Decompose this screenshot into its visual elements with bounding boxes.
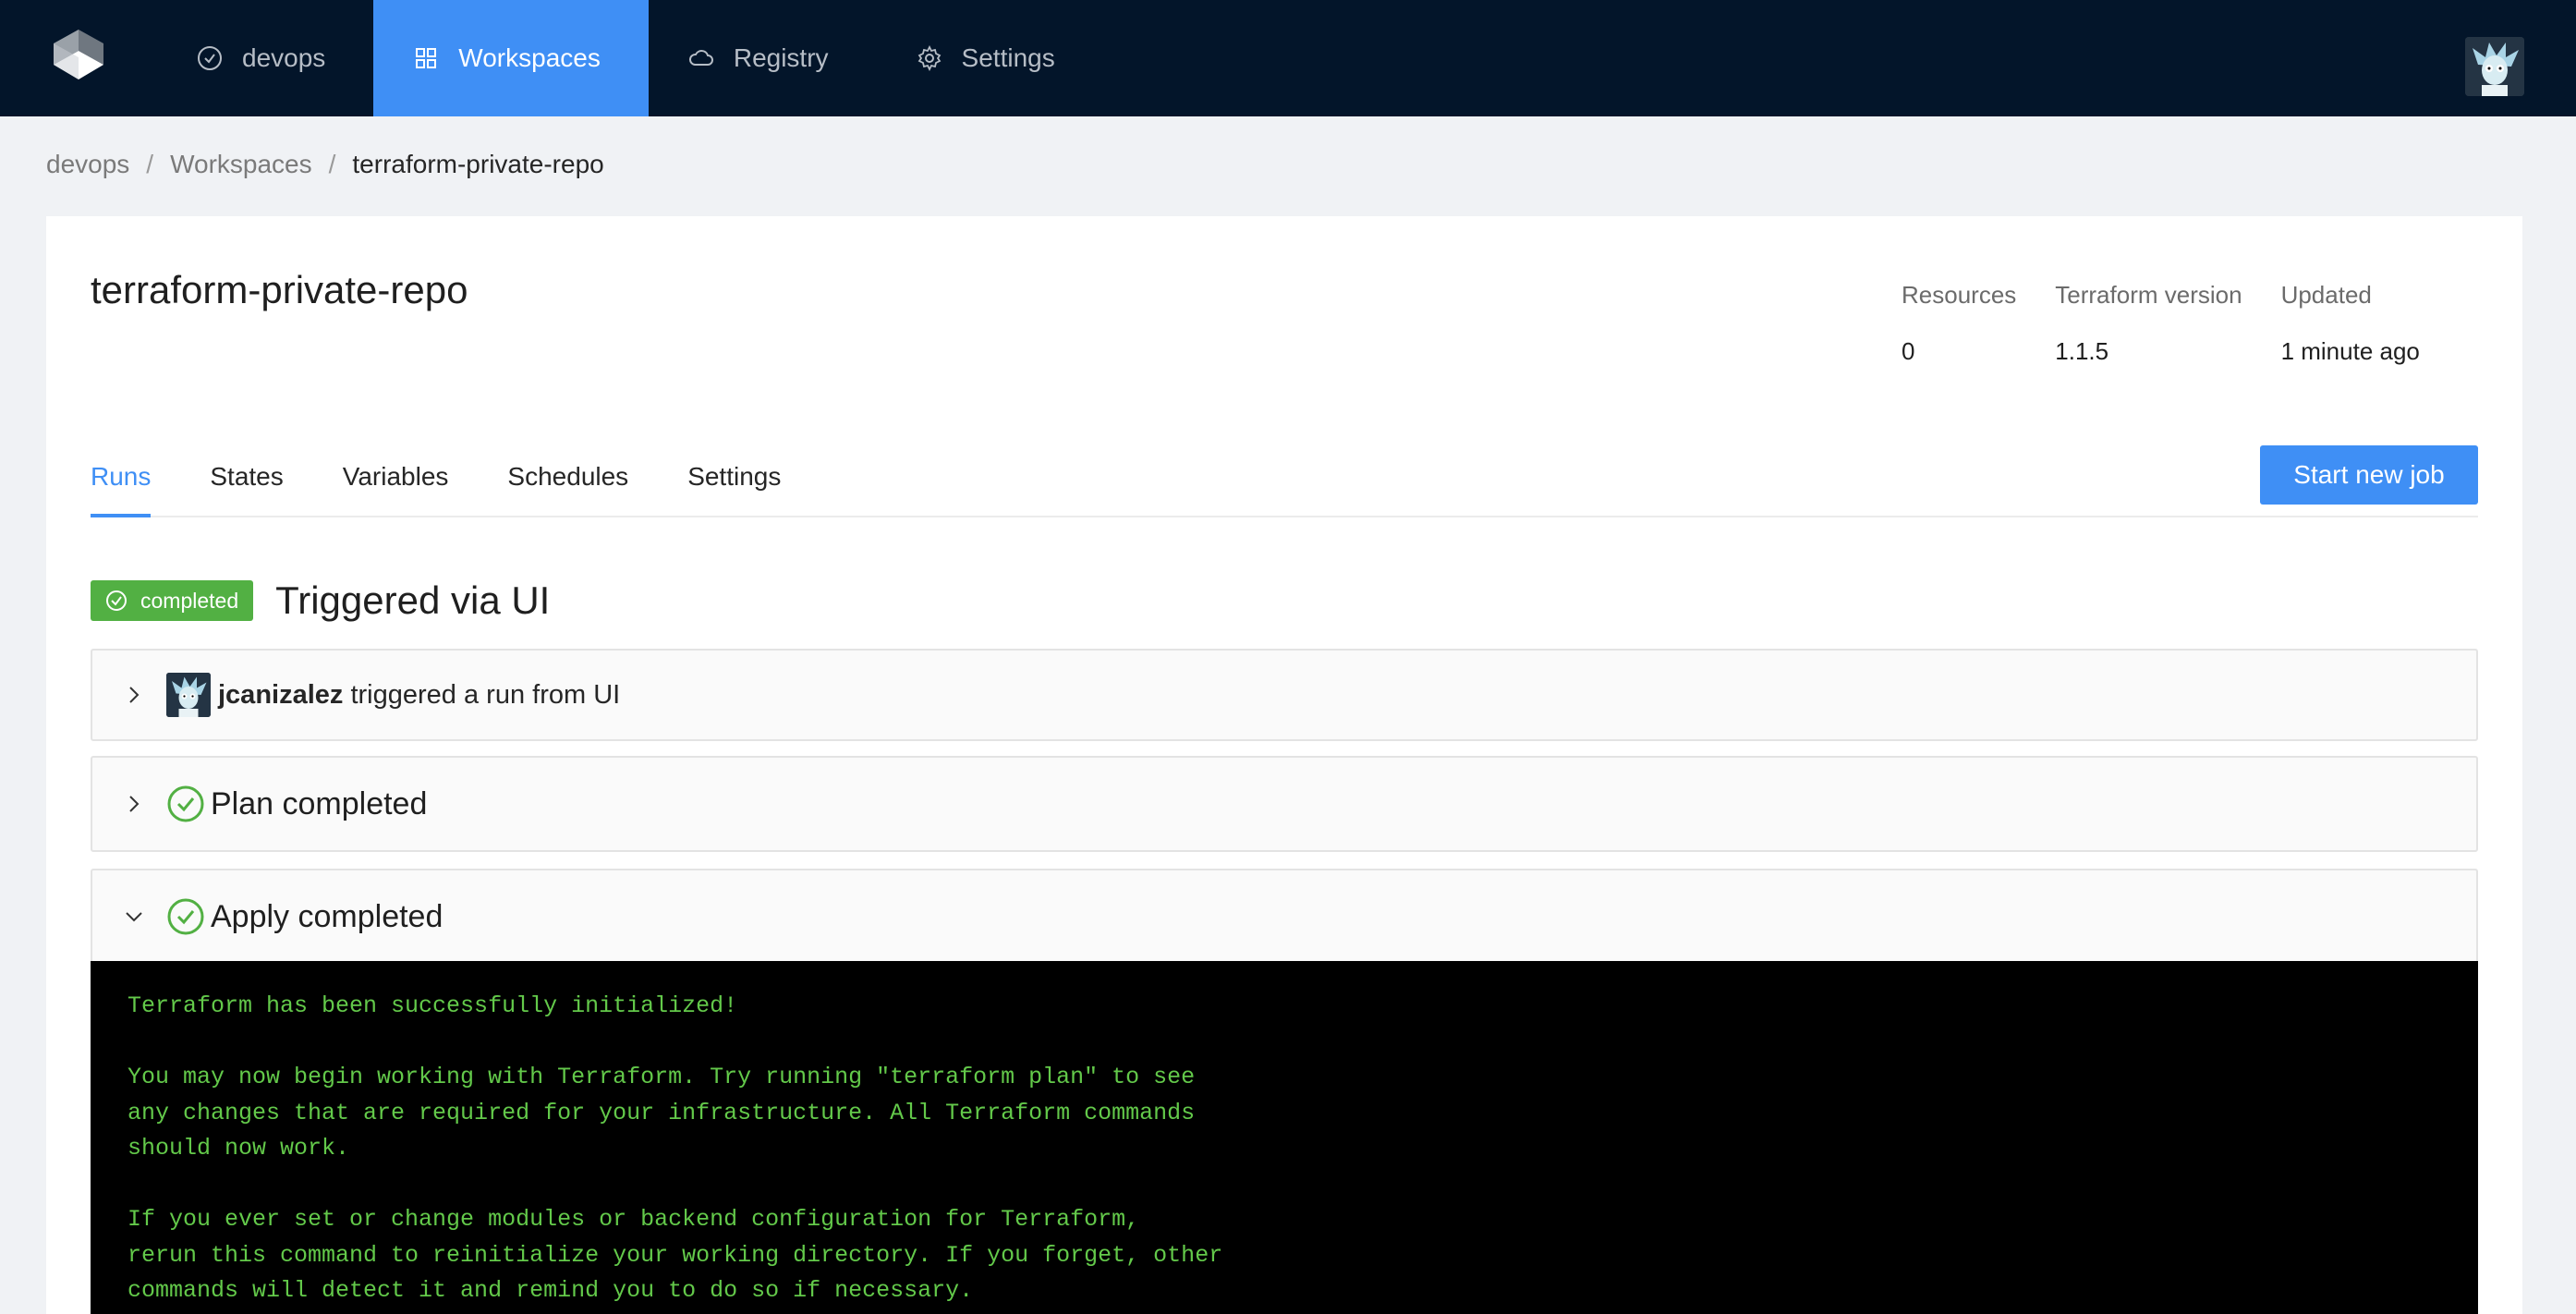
nav-workspaces[interactable]: Workspaces — [373, 0, 649, 116]
tab-settings[interactable]: Settings — [687, 458, 781, 517]
chevron-right-icon — [129, 687, 140, 703]
plan-panel[interactable]: Plan completed — [91, 756, 2478, 852]
breadcrumb: devops / Workspaces / terraform-private-… — [46, 150, 604, 179]
start-new-job-button[interactable]: Start new job — [2260, 445, 2478, 505]
avatar — [166, 673, 211, 717]
chevron-down-icon — [126, 912, 142, 922]
apply-panel[interactable]: Apply completed — [91, 869, 2478, 963]
run-title: Triggered via UI — [275, 578, 551, 622]
tab-runs[interactable]: Runs — [91, 458, 152, 517]
workspace-stats: Resources 0 Terraform version 1.1.5 Upda… — [1902, 281, 2459, 366]
nav-org-label: devops — [242, 43, 326, 72]
tab-schedules[interactable]: Schedules — [507, 458, 628, 517]
breadcrumb-separator: / — [146, 150, 154, 178]
grid-icon — [416, 48, 437, 68]
tab-states[interactable]: States — [210, 458, 283, 517]
nav-settings-label: Settings — [961, 43, 1055, 72]
apply-status-title: Apply completed — [211, 898, 444, 934]
breadcrumb-separator: / — [328, 150, 336, 178]
stat-updated: Updated 1 minute ago — [2281, 281, 2420, 366]
workspace-card: terraform-private-repo Resources 0 Terra… — [46, 216, 2522, 1314]
check-circle-icon — [167, 898, 204, 935]
log-line: commands will detect it and remind you t… — [128, 1277, 974, 1304]
top-navbar: devops Workspaces Registry Settings — [0, 0, 2576, 116]
breadcrumb-workspaces[interactable]: Workspaces — [170, 150, 312, 179]
apply-panel-header[interactable]: Apply completed — [92, 870, 2476, 963]
status-badge-label: completed — [140, 588, 239, 613]
stat-label: Updated — [2280, 281, 2372, 309]
trigger-text: jcanizalez triggered a run from UI — [218, 680, 620, 711]
status-badge: completed — [91, 580, 254, 621]
plan-status-title: Plan completed — [211, 785, 428, 821]
workspace-tabs: Runs States Variables Schedules Settings — [91, 458, 2478, 517]
stat-terraform-version: Terraform version 1.1.5 — [2055, 281, 2242, 366]
nav-registry[interactable]: Registry — [649, 0, 877, 116]
trigger-user[interactable]: jcanizalez — [218, 680, 343, 710]
log-line: rerun this command to reinitialize your … — [128, 1241, 1223, 1269]
cloud-icon — [688, 50, 713, 66]
stat-value: 1 minute ago — [2280, 337, 2420, 365]
stat-label: Resources — [1902, 281, 2017, 309]
breadcrumb-org[interactable]: devops — [46, 150, 129, 179]
check-circle-icon — [198, 46, 222, 70]
nav-workspaces-label: Workspaces — [458, 43, 601, 72]
tab-variables[interactable]: Variables — [343, 458, 449, 517]
apply-log-output: Terraform has been successfully initiali… — [91, 961, 2478, 1314]
stat-value: 1.1.5 — [2055, 337, 2109, 365]
breadcrumb-current: terraform-private-repo — [352, 150, 604, 178]
log-line: should now work. — [128, 1135, 350, 1162]
nav-settings[interactable]: Settings — [877, 0, 1103, 116]
check-circle-icon — [167, 785, 204, 822]
stat-value: 0 — [1902, 337, 1915, 365]
user-avatar[interactable] — [2465, 37, 2524, 96]
log-line: Terraform has been successfully initiali… — [128, 992, 738, 1019]
trigger-panel-header[interactable]: jcanizalez triggered a run from UI — [92, 651, 2476, 739]
chevron-right-icon — [129, 796, 140, 812]
trigger-panel[interactable]: jcanizalez triggered a run from UI — [91, 649, 2478, 741]
run-header: completed Triggered via UI — [91, 578, 550, 623]
stat-resources: Resources 0 — [1902, 281, 2016, 366]
check-circle-icon — [106, 590, 127, 611]
log-line: If you ever set or change modules or bac… — [128, 1206, 1140, 1233]
nav-org[interactable]: devops — [157, 0, 373, 116]
log-line: any changes that are required for your i… — [128, 1099, 1196, 1126]
gear-icon — [917, 44, 941, 72]
app-logo[interactable] — [0, 0, 157, 116]
nav-registry-label: Registry — [733, 43, 829, 72]
page-title: terraform-private-repo — [91, 268, 468, 311]
plan-panel-header[interactable]: Plan completed — [92, 758, 2476, 850]
log-line: You may now begin working with Terraform… — [128, 1064, 1196, 1090]
stat-label: Terraform version — [2055, 281, 2242, 309]
trigger-description: triggered a run from UI — [343, 679, 621, 710]
